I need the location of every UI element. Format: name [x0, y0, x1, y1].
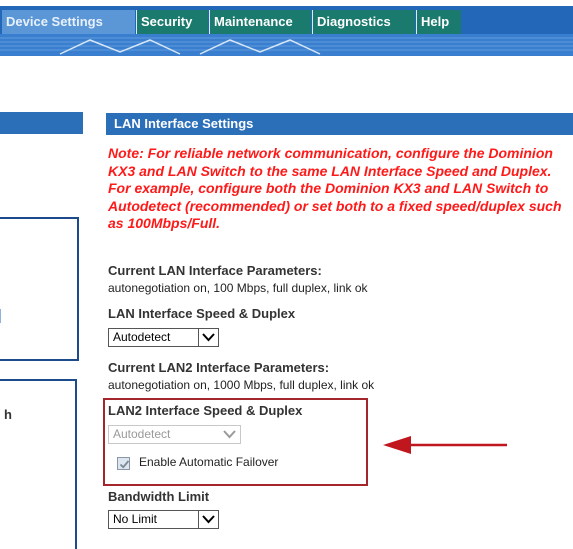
left-fragment-text: h — [4, 407, 12, 422]
lan1-speed-select[interactable]: Autodetect — [108, 328, 219, 347]
failover-checkbox[interactable] — [117, 457, 130, 470]
top-nav: Device Settings Security Maintenance Dia… — [0, 6, 573, 34]
lan2-speed-select[interactable]: Autodetect — [108, 425, 241, 444]
tab-help[interactable]: Help — [416, 10, 461, 34]
lan2-params-label: Current LAN2 Interface Parameters: — [108, 360, 330, 375]
bandwidth-label: Bandwidth Limit — [108, 489, 210, 504]
left-panel-box-2 — [0, 379, 77, 549]
arrow-left-icon — [383, 436, 507, 454]
failover-label: Enable Automatic Failover — [139, 455, 279, 469]
lan1-speed-value: Autodetect — [113, 330, 171, 344]
bandwidth-select[interactable]: No Limit — [108, 510, 219, 529]
section-header: LAN Interface Settings — [106, 113, 573, 135]
chevron-down-icon — [198, 329, 218, 346]
tab-device-settings[interactable]: Device Settings — [2, 10, 135, 34]
tab-maintenance[interactable]: Maintenance — [209, 10, 311, 34]
lan1-params-label: Current LAN Interface Parameters: — [108, 263, 322, 278]
left-panel-box — [0, 217, 79, 361]
nav-banner — [0, 34, 573, 56]
note-text: Note: For reliable network communication… — [108, 145, 562, 231]
wave-decoration — [0, 37, 573, 55]
chevron-down-icon — [198, 511, 218, 528]
checkmark-icon — [119, 460, 130, 469]
lan2-speed-label: LAN2 Interface Speed & Duplex — [108, 403, 303, 418]
tab-security[interactable]: Security — [136, 10, 208, 34]
chevron-down-icon — [220, 426, 240, 443]
lan2-params-value: autonegotiation on, 1000 Mbps, full dupl… — [108, 378, 375, 392]
bandwidth-value: No Limit — [113, 512, 158, 526]
tab-diagnostics[interactable]: Diagnostics — [312, 10, 415, 34]
left-section-header — [0, 112, 83, 134]
lan1-speed-label: LAN Interface Speed & Duplex — [108, 306, 296, 321]
lan2-speed-value: Autodetect — [113, 427, 171, 441]
lan1-params-value: autonegotiation on, 100 Mbps, full duple… — [108, 281, 368, 295]
